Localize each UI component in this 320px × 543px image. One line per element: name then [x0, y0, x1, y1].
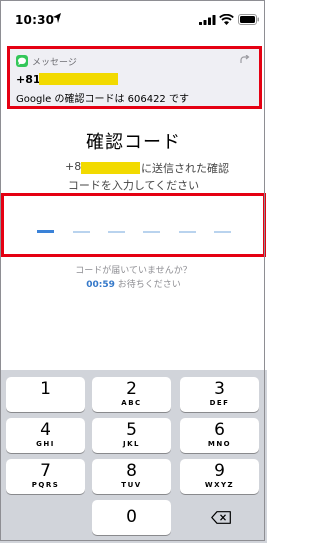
code-input-field[interactable] [1, 193, 266, 257]
key-letters: PQRS [31, 481, 60, 489]
code-digit-slot[interactable] [108, 231, 125, 233]
resend-wait-text: お待ちください [114, 280, 181, 290]
key-letters: WXYZ [204, 481, 235, 489]
key-digit: 2 [126, 379, 137, 399]
code-digit-slot[interactable] [179, 231, 196, 233]
numeric-keypad: 1 2 ABC 3 DEF 4 GHI 5 JKL 6 MNO 7 PQRS 8… [0, 370, 267, 543]
key-7[interactable]: 7 PQRS [6, 459, 85, 494]
key-digit: 7 [40, 461, 51, 481]
redacted-phone-number [81, 162, 140, 174]
key-letters: MNO [207, 440, 232, 448]
notification-body: Google の確認コードは 606422 です [16, 94, 189, 105]
status-bar: 10:30 [0, 0, 267, 34]
code-digit-slot[interactable] [37, 230, 54, 233]
key-6[interactable]: 6 MNO [180, 418, 259, 453]
notification-app-name: メッセージ [32, 58, 77, 68]
key-digit: 3 [214, 379, 225, 399]
resend-timer-text: 00:59 お待ちください [0, 277, 267, 290]
status-time: 10:30 [15, 13, 55, 27]
key-letters: DEF [209, 399, 230, 407]
key-digit: 6 [214, 420, 225, 440]
key-letters: JKL [123, 440, 140, 448]
notification-sender: +81 [16, 73, 41, 86]
battery-icon [238, 14, 259, 25]
key-digit: 8 [126, 461, 137, 481]
delete-key[interactable] [180, 500, 259, 535]
key-letters: ABC [121, 399, 142, 407]
description-text: に送信された確認 [141, 162, 229, 175]
resend-countdown: 00:59 [86, 280, 115, 290]
message-notification[interactable]: メッセージ +81 Google の確認コードは 606422 です [7, 46, 262, 109]
key-0[interactable]: 0 [92, 500, 171, 535]
code-digit-slot[interactable] [214, 231, 231, 233]
key-1[interactable]: 1 [6, 377, 85, 412]
key-2[interactable]: 2 ABC [92, 377, 171, 412]
share-arrow-icon [240, 55, 250, 63]
key-digit: 0 [126, 507, 137, 527]
backspace-icon [211, 511, 231, 524]
key-5[interactable]: 5 JKL [92, 418, 171, 453]
key-digit: 1 [40, 379, 51, 399]
code-digit-slot[interactable] [143, 231, 160, 233]
key-letters: TUV [121, 481, 142, 489]
key-letters: GHI [36, 440, 55, 448]
key-3[interactable]: 3 DEF [180, 377, 259, 412]
key-digit: 9 [214, 461, 225, 481]
key-8[interactable]: 8 TUV [92, 459, 171, 494]
key-4[interactable]: 4 GHI [6, 418, 85, 453]
messages-app-icon [16, 55, 28, 67]
location-arrow-icon [53, 13, 61, 23]
key-digit: 5 [126, 420, 137, 440]
page-title: 確認コード [86, 132, 181, 153]
cellular-signal-icon [199, 15, 216, 25]
key-digit: 4 [40, 420, 51, 440]
resend-question: コードが届いていませんか？ [75, 266, 192, 276]
description-text-line2: コードを入力してください [67, 179, 200, 192]
wifi-icon [219, 14, 234, 25]
code-digit-slot[interactable] [73, 231, 90, 233]
redacted-phone-number [39, 73, 118, 85]
key-9[interactable]: 9 WXYZ [180, 459, 259, 494]
